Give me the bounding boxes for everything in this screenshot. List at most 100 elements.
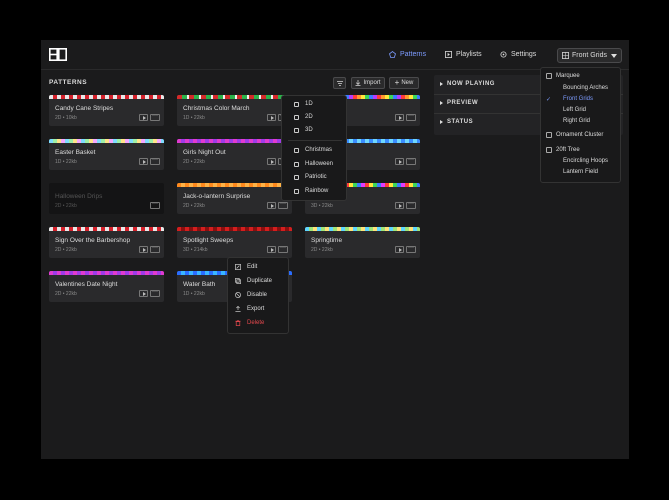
action-export[interactable]: Export — [235, 306, 264, 312]
checkbox-icon — [294, 127, 299, 133]
group-20ft-tree[interactable]: 20ft Tree — [546, 147, 580, 153]
context-select[interactable]: Front Grids — [557, 48, 622, 63]
filter-button[interactable] — [333, 77, 346, 89]
more-options-icon[interactable]: ··· — [406, 245, 416, 253]
checkmark-icon: ✓ — [546, 97, 552, 103]
chevron-down-icon — [611, 54, 617, 58]
action-duplicate[interactable]: Duplicate — [235, 278, 272, 284]
led-preview-strip — [49, 139, 164, 143]
filter-option-label: Christmas — [305, 147, 333, 153]
action-edit[interactable]: Edit — [235, 264, 257, 270]
led-preview-strip — [49, 227, 164, 231]
pattern-name: Valentines Date Night — [55, 281, 118, 288]
action-label: Disable — [247, 292, 268, 298]
checkbox-icon — [294, 174, 299, 180]
action-disable[interactable]: Disable — [235, 292, 267, 298]
group-front-grids[interactable]: Front Grids — [563, 96, 593, 102]
pattern-meta: 3D • 22kb — [311, 203, 333, 209]
checkbox-icon — [294, 188, 299, 194]
pattern-meta: 2D • 22kb — [311, 247, 333, 253]
action-label: Duplicate — [247, 278, 273, 284]
panel-now-playing[interactable]: NOW PLAYING — [440, 81, 495, 87]
group-left-grid[interactable]: Left Grid — [563, 107, 586, 113]
more-options-icon[interactable]: ··· — [406, 113, 416, 121]
group-icon — [546, 73, 552, 79]
group-right-grid[interactable]: Right Grid — [563, 118, 590, 124]
group-marquee[interactable]: Marquee — [546, 73, 580, 79]
more-options-icon[interactable]: ··· — [150, 157, 160, 165]
gear-icon — [500, 51, 507, 58]
play-icon[interactable] — [139, 290, 148, 297]
pattern-meta: 2D • 10kb — [55, 115, 77, 121]
filter-option-halloween[interactable]: Halloween — [294, 161, 333, 167]
nav-patterns-label: Patterns — [400, 51, 427, 58]
play-icon[interactable] — [267, 114, 276, 121]
pattern-card[interactable]: Jack-o-lantern Surprise 2D • 22kb ··· — [177, 183, 292, 214]
pattern-card[interactable]: Sign Over the Barbershop 2D • 22kb ··· — [49, 227, 164, 258]
play-icon[interactable] — [139, 158, 148, 165]
group-bouncing-arches[interactable]: Bouncing Arches — [563, 85, 608, 91]
nav-settings[interactable]: Settings — [500, 51, 536, 58]
pattern-card[interactable]: Christmas Color March1D • 22kb··· — [177, 95, 292, 126]
filter-option-christmas[interactable]: Christmas — [294, 147, 332, 153]
pattern-card[interactable]: Halloween Drips 2D • 22kb ··· — [49, 183, 164, 214]
panel-now-playing-label: NOW PLAYING — [447, 81, 495, 87]
checkbox-icon — [294, 114, 299, 120]
play-icon[interactable] — [139, 114, 148, 121]
more-options-icon[interactable]: ··· — [278, 201, 288, 209]
play-icon[interactable] — [395, 202, 404, 209]
import-button[interactable]: Import — [351, 77, 385, 89]
import-label: Import — [363, 80, 381, 86]
filter-option-2d[interactable]: 2D — [294, 114, 313, 120]
more-options-icon[interactable]: ··· — [150, 245, 160, 253]
more-options-icon[interactable]: ··· — [278, 245, 288, 253]
play-icon[interactable] — [267, 202, 276, 209]
action-delete[interactable]: Delete — [235, 320, 264, 326]
filter-option-patriotic[interactable]: Patriotic — [294, 174, 327, 180]
more-options-icon[interactable]: ··· — [150, 289, 160, 297]
panel-status-label: STATUS — [447, 119, 474, 125]
pattern-name: Spotlight Sweeps — [183, 237, 234, 244]
group-encircling-hoops[interactable]: Encircling Hoops — [563, 158, 608, 164]
panel-preview[interactable]: PREVIEW — [440, 100, 478, 106]
more-options-icon[interactable]: ··· — [150, 113, 160, 121]
pattern-meta: 2D • 22kb — [55, 247, 77, 253]
nav-playlists[interactable]: Playlists — [445, 51, 482, 58]
group-ornament-cluster[interactable]: Ornament Cluster — [546, 132, 603, 138]
group-lantern-field[interactable]: Lantern Field — [563, 169, 598, 175]
pattern-card[interactable]: Valentines Date Night 2D • 22kb ··· — [49, 271, 164, 302]
filter-option-1d[interactable]: 1D — [294, 101, 313, 107]
play-icon[interactable] — [395, 114, 404, 121]
play-icon[interactable] — [395, 246, 404, 253]
group-label: Right Grid — [563, 118, 591, 124]
pattern-name: Christmas Color March — [183, 105, 250, 112]
pattern-meta: 1D • 22kb — [55, 159, 77, 165]
pattern-card[interactable]: Springtime 2D • 22kb ··· — [305, 227, 420, 258]
play-icon[interactable] — [267, 246, 276, 253]
led-preview-strip — [49, 183, 164, 187]
filter-option-rainbow[interactable]: Rainbow — [294, 188, 328, 194]
filter-divider — [288, 140, 342, 141]
nav-patterns[interactable]: Patterns — [389, 51, 426, 58]
play-icon[interactable] — [267, 158, 276, 165]
more-options-icon[interactable]: ··· — [150, 201, 160, 209]
play-icon[interactable] — [139, 246, 148, 253]
pattern-card[interactable]: Spotlight Sweeps 3D • 214kb ··· — [177, 227, 292, 258]
led-preview-strip — [177, 227, 292, 231]
more-options-icon[interactable]: ··· — [406, 201, 416, 209]
pattern-name: Sign Over the Barbershop — [55, 237, 131, 244]
app-logo[interactable] — [49, 48, 67, 61]
more-options-icon[interactable]: ··· — [406, 157, 416, 165]
filter-option-3d[interactable]: 3D — [294, 127, 313, 133]
nav-playlists-label: Playlists — [456, 51, 482, 58]
play-icon[interactable] — [395, 158, 404, 165]
chevron-right-icon — [440, 82, 443, 86]
filter-icon — [337, 81, 343, 86]
pattern-card[interactable]: Easter Basket 1D • 22kb ··· — [49, 139, 164, 170]
filter-option-label: 1D — [305, 101, 313, 107]
new-pattern-button[interactable]: + New — [389, 77, 419, 89]
pattern-card[interactable]: Candy Cane Stripes 2D • 10kb ··· — [49, 95, 164, 126]
panel-status[interactable]: STATUS — [440, 119, 473, 125]
action-label: Delete — [247, 320, 265, 326]
pattern-card[interactable]: Girls Night Out2D • 22kb··· — [177, 139, 292, 170]
